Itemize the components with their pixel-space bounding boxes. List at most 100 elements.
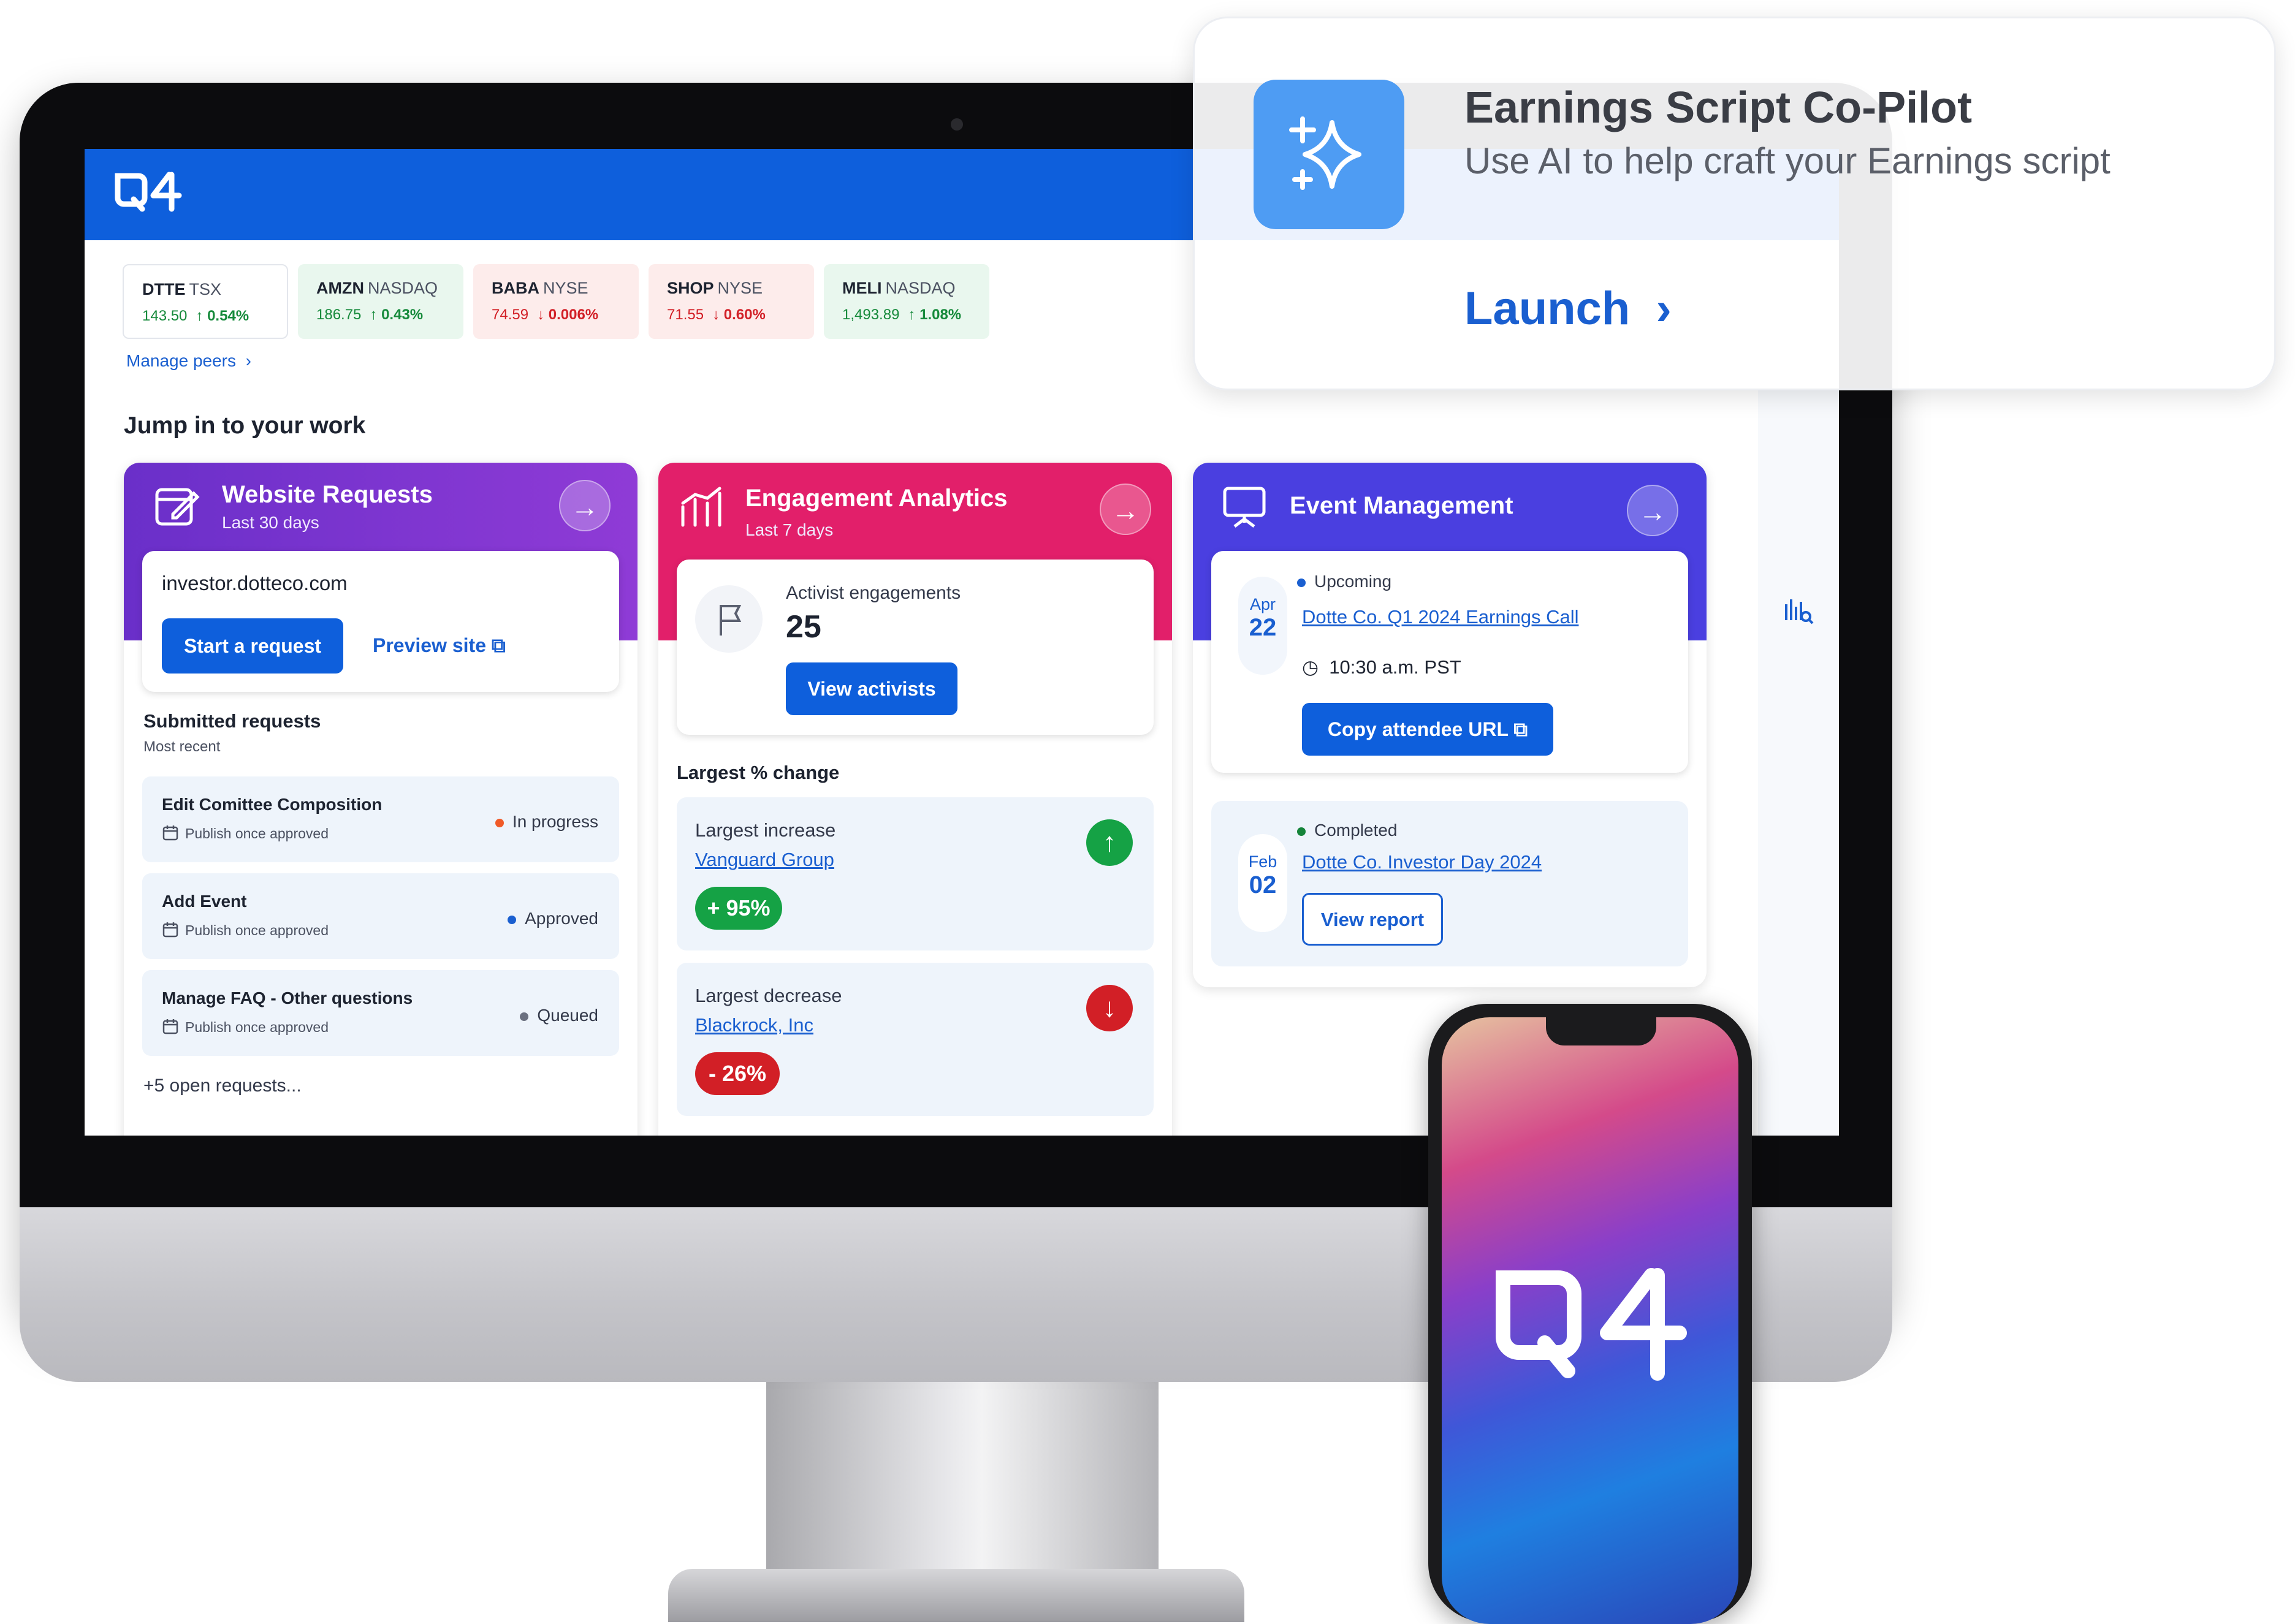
request-row[interactable]: Manage FAQ - Other questions Publish onc… bbox=[142, 970, 619, 1056]
ticker-price: 186.75 bbox=[316, 306, 362, 323]
decrease-label: Largest decrease bbox=[695, 985, 842, 1006]
analytics-search-icon[interactable] bbox=[1783, 596, 1814, 625]
event-link[interactable]: Dotte Co. Investor Day 2024 bbox=[1302, 851, 1542, 873]
activist-label: Activist engagements bbox=[786, 583, 961, 603]
status-dot bbox=[520, 1012, 529, 1021]
status-dot bbox=[495, 818, 504, 827]
largest-decrease-panel: Largest decrease Blackrock, Inc - 26% ↓ bbox=[677, 963, 1154, 1116]
edit-icon bbox=[155, 488, 200, 526]
ticker-symbol: MELI bbox=[842, 279, 882, 297]
status-badge: Approved bbox=[508, 909, 598, 928]
ticker-symbol: DTTE bbox=[142, 280, 186, 298]
card-title: Engagement Analytics bbox=[745, 485, 1008, 512]
arrow-down-icon: ↓ bbox=[1086, 985, 1133, 1031]
monitor-base bbox=[668, 1569, 1244, 1622]
ticker-baba[interactable]: BABA NYSE 74.59 ↓ 0.006% bbox=[473, 264, 639, 339]
ticker-amzn[interactable]: AMZN NASDAQ 186.75 ↑ 0.43% bbox=[298, 264, 463, 339]
activist-count: 25 bbox=[786, 609, 821, 645]
sparkle-icon bbox=[1254, 80, 1404, 229]
ticker-dtte[interactable]: DTTE TSX 143.50 ↑ 0.54% bbox=[123, 264, 288, 339]
ticker-exchange: NYSE bbox=[717, 279, 763, 297]
status-badge: Queued bbox=[520, 1006, 598, 1025]
arrow-up-icon: ↑ bbox=[1086, 819, 1133, 866]
manage-peers-link[interactable]: Manage peers › bbox=[126, 351, 251, 371]
submitted-title: Submitted requests bbox=[143, 710, 321, 732]
ticker-change: ↓ 0.006% bbox=[537, 306, 599, 323]
calendar-icon bbox=[162, 825, 178, 841]
presentation-icon bbox=[1223, 487, 1266, 528]
website-requests-card: Website Requests Last 30 days → investor… bbox=[124, 463, 638, 1136]
external-link-icon: ⧉ bbox=[491, 634, 506, 656]
status-badge: In progress bbox=[495, 812, 598, 832]
largest-increase-panel: Largest increase Vanguard Group + 95% ↑ bbox=[677, 797, 1154, 950]
chevron-right-icon: › bbox=[1656, 283, 1672, 335]
ticker-meli[interactable]: MELI NASDAQ 1,493.89 ↑ 1.08% bbox=[824, 264, 989, 339]
increase-holder-link[interactable]: Vanguard Group bbox=[695, 849, 834, 871]
card-title: Website Requests bbox=[222, 481, 433, 508]
view-report-button[interactable]: View report bbox=[1302, 893, 1443, 946]
request-title: Edit Comittee Composition bbox=[162, 795, 382, 814]
ticker-strip: DTTE TSX 143.50 ↑ 0.54% AMZN NASDAQ 186.75 ↑ 0.… bbox=[123, 264, 989, 339]
copy-icon: ⧉ bbox=[1513, 718, 1528, 740]
q4-logo[interactable] bbox=[113, 169, 186, 218]
copy-attendee-url-button[interactable]: Copy attendee URL ⧉ bbox=[1302, 703, 1553, 756]
card-subtitle: Last 7 days bbox=[745, 520, 834, 539]
arrow-right-icon[interactable]: → bbox=[559, 480, 611, 531]
engagement-analytics-card: Engagement Analytics Last 7 days → Activ… bbox=[658, 463, 1172, 1136]
arrow-right-icon[interactable]: → bbox=[1100, 484, 1151, 535]
card-subtitle: Last 30 days bbox=[222, 513, 319, 532]
request-row[interactable]: Edit Comittee Composition Publish once a… bbox=[142, 776, 619, 862]
request-note: Publish once approved bbox=[185, 922, 329, 938]
preview-site-link[interactable]: Preview site ⧉ bbox=[373, 634, 506, 658]
site-panel: investor.dotteco.com Start a request Pre… bbox=[142, 551, 619, 692]
status-dot bbox=[1297, 578, 1306, 587]
request-title: Add Event bbox=[162, 892, 247, 911]
submitted-subtitle: Most recent bbox=[143, 738, 221, 755]
ticker-price: 74.59 bbox=[492, 306, 529, 323]
largest-change-title: Largest % change bbox=[677, 762, 840, 783]
card-title: Event Management bbox=[1290, 492, 1513, 519]
ticker-exchange: NASDAQ bbox=[885, 279, 956, 297]
event-management-card: Event Management → Apr 22 Upcoming Dotte … bbox=[1193, 463, 1707, 987]
more-requests-link[interactable]: +5 open requests... bbox=[143, 1076, 302, 1096]
calendar-icon bbox=[162, 922, 178, 938]
calendar-icon bbox=[162, 1019, 178, 1034]
ticker-exchange: NASDAQ bbox=[367, 279, 438, 297]
ticker-exchange: TSX bbox=[189, 280, 222, 298]
copilot-popup: Earnings Script Co-Pilot Use AI to help … bbox=[1193, 17, 2276, 390]
arrow-right-icon[interactable]: → bbox=[1627, 485, 1678, 536]
view-activists-button[interactable]: View activists bbox=[786, 662, 957, 715]
ticker-symbol: SHOP bbox=[667, 279, 714, 297]
q4-logo bbox=[1496, 1268, 1687, 1381]
increase-pill: + 95% bbox=[695, 887, 782, 930]
phone-screen bbox=[1442, 1017, 1738, 1624]
ticker-price: 71.55 bbox=[667, 306, 704, 323]
popup-title: Earnings Script Co-Pilot bbox=[1464, 83, 1973, 132]
launch-button[interactable]: Launch › bbox=[1464, 282, 1672, 335]
event-time: ◷ 10:30 a.m. PST bbox=[1302, 656, 1461, 678]
ticker-price: 1,493.89 bbox=[842, 306, 900, 323]
ticker-symbol: AMZN bbox=[316, 279, 364, 297]
event-date: Apr 22 bbox=[1238, 577, 1287, 675]
clock-icon: ◷ bbox=[1302, 656, 1319, 678]
decrease-holder-link[interactable]: Blackrock, Inc bbox=[695, 1014, 813, 1036]
ticker-change: ↑ 0.54% bbox=[196, 308, 249, 324]
event-date: Feb 02 bbox=[1238, 834, 1287, 932]
ticker-change: ↑ 1.08% bbox=[908, 306, 962, 323]
ticker-change: ↓ 0.60% bbox=[712, 306, 766, 323]
status-dot bbox=[508, 915, 517, 924]
request-title: Manage FAQ - Other questions bbox=[162, 988, 413, 1007]
request-row[interactable]: Add Event Publish once approved Approved bbox=[142, 873, 619, 959]
ticker-symbol: BABA bbox=[492, 279, 539, 297]
request-note: Publish once approved bbox=[185, 825, 329, 841]
start-request-button[interactable]: Start a request bbox=[162, 618, 343, 674]
camera bbox=[951, 118, 963, 131]
event-link[interactable]: Dotte Co. Q1 2024 Earnings Call bbox=[1302, 606, 1578, 628]
ticker-exchange: NYSE bbox=[543, 279, 588, 297]
ticker-shop[interactable]: SHOP NYSE 71.55 ↓ 0.60% bbox=[649, 264, 814, 339]
upcoming-event-panel: Apr 22 Upcoming Dotte Co. Q1 2024 Earning… bbox=[1211, 551, 1688, 773]
decrease-pill: - 26% bbox=[695, 1052, 780, 1095]
request-note: Publish once approved bbox=[185, 1019, 329, 1035]
phone bbox=[1428, 1004, 1752, 1624]
completed-event-panel: Feb 02 Completed Dotte Co. Investor Day 2… bbox=[1211, 801, 1688, 966]
